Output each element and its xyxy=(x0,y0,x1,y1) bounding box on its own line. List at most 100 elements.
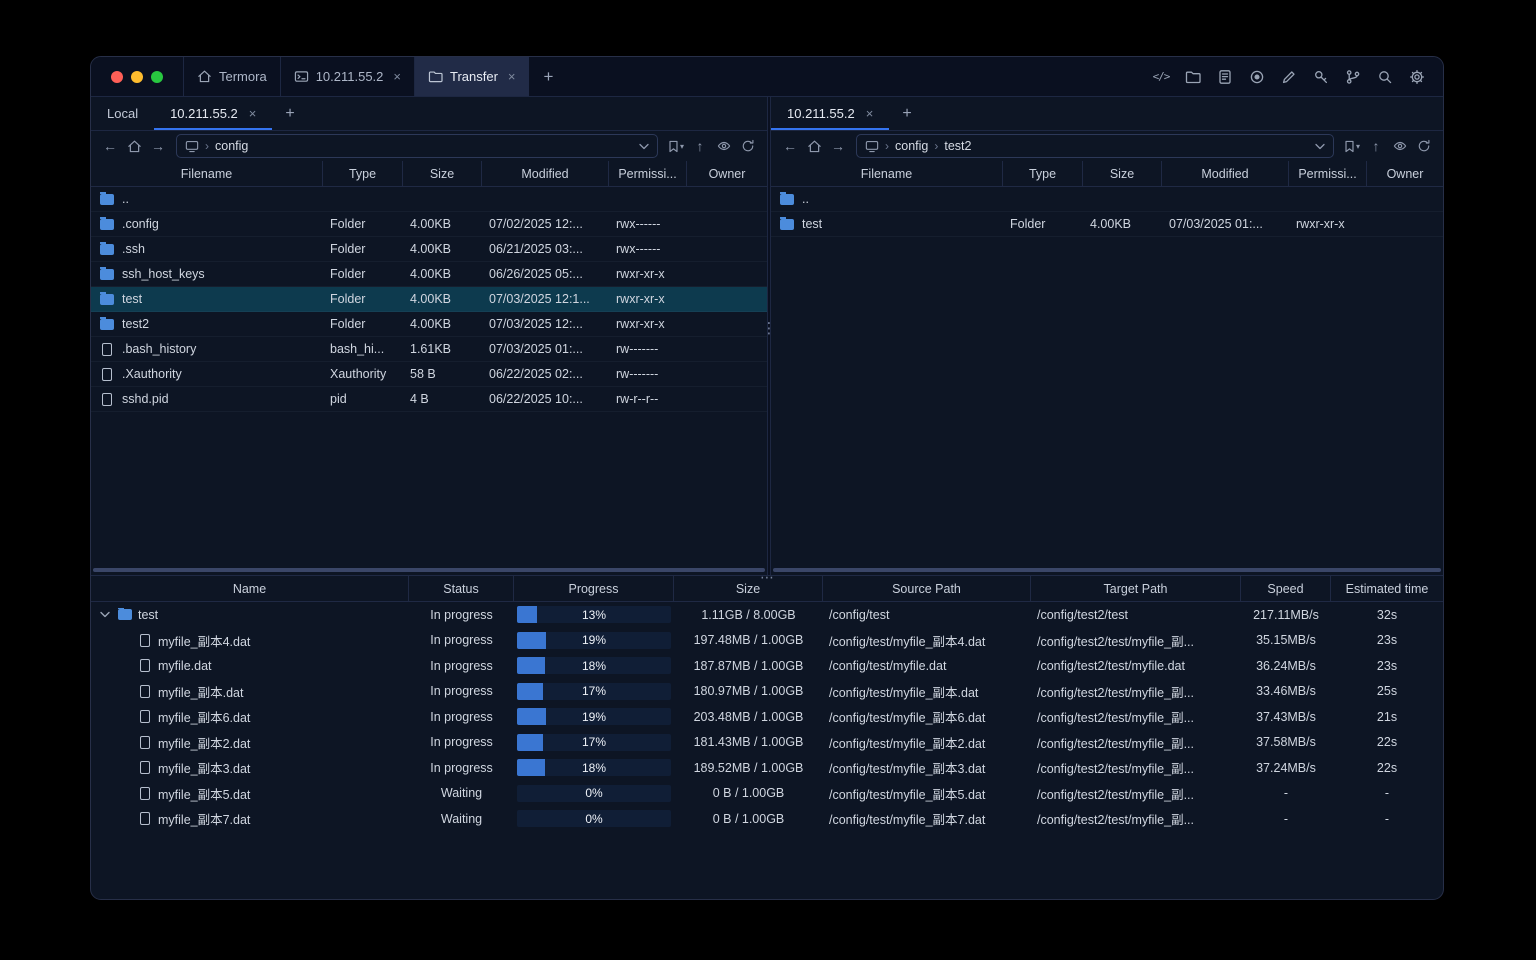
file-row[interactable]: .. xyxy=(771,187,1443,212)
panel-tab-host[interactable]: 10.211.55.2 × xyxy=(154,97,273,130)
chevron-down-icon[interactable] xyxy=(1315,143,1325,150)
scrollbar-thumb[interactable] xyxy=(773,567,1441,572)
column-header-target-path[interactable]: Target Path xyxy=(1031,576,1241,601)
column-header-size[interactable]: Size xyxy=(674,576,823,601)
search-icon[interactable] xyxy=(1373,64,1397,90)
breadcrumb-segment[interactable]: config xyxy=(215,139,248,153)
transfer-row[interactable]: myfile_副本6.dat In progress 19% 203.48MB … xyxy=(91,704,1443,730)
record-icon[interactable] xyxy=(1245,64,1269,90)
panel-splitter[interactable]: ⋮ xyxy=(762,97,777,575)
path-bar[interactable]: › config xyxy=(176,134,658,158)
log-icon[interactable] xyxy=(1213,64,1237,90)
file-row[interactable]: .config Folder 4.00KB 07/02/2025 12:... … xyxy=(91,212,767,237)
column-header-owner[interactable]: Owner xyxy=(1367,161,1443,186)
minimize-window-button[interactable] xyxy=(131,70,143,83)
tab-label: Transfer xyxy=(450,69,498,84)
close-tab-icon[interactable]: × xyxy=(393,70,401,83)
code-icon[interactable]: </> xyxy=(1149,64,1173,90)
chevron-down-icon[interactable] xyxy=(639,143,649,150)
column-header-permissi[interactable]: Permissi... xyxy=(1289,161,1367,186)
column-header-modified[interactable]: Modified xyxy=(482,161,609,186)
transfer-row[interactable]: myfile_副本2.dat In progress 17% 181.43MB … xyxy=(91,730,1443,756)
scrollbar-thumb[interactable] xyxy=(93,567,765,572)
file-row[interactable]: .Xauthority Xauthority 58 B 06/22/2025 0… xyxy=(91,362,767,387)
upload-button[interactable]: ↑ xyxy=(689,135,711,157)
expand-chevron-icon[interactable] xyxy=(98,608,112,622)
file-row[interactable]: test2 Folder 4.00KB 07/03/2025 12:... rw… xyxy=(91,312,767,337)
traffic-lights xyxy=(91,57,183,96)
tab-termora[interactable]: Termora xyxy=(183,57,280,96)
column-header-permissi[interactable]: Permissi... xyxy=(609,161,687,186)
tab-transfer[interactable]: Transfer × xyxy=(414,57,529,96)
file-row[interactable]: .ssh Folder 4.00KB 06/21/2025 03:... rwx… xyxy=(91,237,767,262)
file-row[interactable]: test Folder 4.00KB 07/03/2025 01:... rwx… xyxy=(771,212,1443,237)
column-header-speed[interactable]: Speed xyxy=(1241,576,1331,601)
file-row[interactable]: .bash_history bash_hi... 1.61KB 07/03/20… xyxy=(91,337,767,362)
column-header-status[interactable]: Status xyxy=(409,576,514,601)
transfer-splitter-grip-icon[interactable]: ⋯ xyxy=(760,570,774,584)
path-bar[interactable]: › config › test2 xyxy=(856,134,1334,158)
column-header-type[interactable]: Type xyxy=(1003,161,1083,186)
horizontal-scrollbar[interactable] xyxy=(91,564,767,575)
new-panel-tab-button[interactable]: + xyxy=(889,97,924,130)
close-tab-icon[interactable]: × xyxy=(866,107,874,120)
file-permissions: rwxr-xr-x xyxy=(616,267,665,281)
settings-icon[interactable] xyxy=(1405,64,1429,90)
column-header-type[interactable]: Type xyxy=(323,161,403,186)
show-hidden-button[interactable] xyxy=(1389,135,1411,157)
horizontal-scrollbar[interactable] xyxy=(771,564,1443,575)
transfer-row[interactable]: myfile_副本.dat In progress 17% 180.97MB /… xyxy=(91,679,1443,705)
refresh-button[interactable] xyxy=(737,135,759,157)
file-type: Folder xyxy=(330,317,366,331)
panel-tab-local[interactable]: Local xyxy=(91,97,154,130)
column-header-source-path[interactable]: Source Path xyxy=(823,576,1031,601)
bookmark-button[interactable]: ▾ xyxy=(665,135,687,157)
refresh-button[interactable] xyxy=(1413,135,1435,157)
transfer-row[interactable]: myfile_副本4.dat In progress 19% 197.48MB … xyxy=(91,628,1443,654)
column-header-name[interactable]: Name xyxy=(91,576,409,601)
transfer-row[interactable]: myfile_副本7.dat Waiting 0% 0 B / 1.00GB /… xyxy=(91,806,1443,832)
column-header-filename[interactable]: Filename xyxy=(771,161,1003,186)
back-button[interactable]: ← xyxy=(99,135,121,157)
close-window-button[interactable] xyxy=(111,70,123,83)
show-hidden-button[interactable] xyxy=(713,135,735,157)
tab-host-session[interactable]: 10.211.55.2 × xyxy=(279,57,414,96)
file-row[interactable]: test Folder 4.00KB 07/03/2025 12:1... rw… xyxy=(91,287,767,312)
column-header-modified[interactable]: Modified xyxy=(1162,161,1289,186)
transfer-target: /config/test2/test/myfile_副... xyxy=(1037,813,1195,828)
column-header-filename[interactable]: Filename xyxy=(91,161,323,186)
branch-icon[interactable] xyxy=(1341,64,1365,90)
close-tab-icon[interactable]: × xyxy=(508,70,516,83)
folder-icon[interactable] xyxy=(1181,64,1205,90)
breadcrumb-segment[interactable]: test2 xyxy=(944,139,971,153)
edit-icon[interactable] xyxy=(1277,64,1301,90)
file-row[interactable]: sshd.pid pid 4 B 06/22/2025 10:... rw-r-… xyxy=(91,387,767,412)
bookmark-button[interactable]: ▾ xyxy=(1341,135,1363,157)
forward-button[interactable]: → xyxy=(827,135,849,157)
home-button[interactable] xyxy=(123,135,145,157)
column-header-size[interactable]: Size xyxy=(403,161,482,186)
progress-label: 18% xyxy=(581,658,607,673)
file-row[interactable]: .. xyxy=(91,187,767,212)
new-panel-tab-button[interactable]: + xyxy=(272,97,307,130)
back-button[interactable]: ← xyxy=(779,135,801,157)
column-header-owner[interactable]: Owner xyxy=(687,161,767,186)
key-icon[interactable] xyxy=(1309,64,1333,90)
transfer-row[interactable]: test In progress 13% 1.11GB / 8.00GB /co… xyxy=(91,602,1443,628)
upload-button[interactable]: ↑ xyxy=(1365,135,1387,157)
transfer-row[interactable]: myfile.dat In progress 18% 187.87MB / 1.… xyxy=(91,653,1443,679)
zoom-window-button[interactable] xyxy=(151,70,163,83)
forward-button[interactable]: → xyxy=(147,135,169,157)
transfer-row[interactable]: myfile_副本3.dat In progress 18% 189.52MB … xyxy=(91,755,1443,781)
home-button[interactable] xyxy=(803,135,825,157)
column-header-size[interactable]: Size xyxy=(1083,161,1162,186)
transfer-row[interactable]: myfile_副本5.dat Waiting 0% 0 B / 1.00GB /… xyxy=(91,781,1443,807)
new-tab-button[interactable]: + xyxy=(529,57,569,96)
breadcrumb-segment[interactable]: config xyxy=(895,139,928,153)
progress-label: 17% xyxy=(581,735,607,750)
column-header-estimated-time[interactable]: Estimated time xyxy=(1331,576,1443,601)
close-tab-icon[interactable]: × xyxy=(249,107,257,120)
panel-tab-host[interactable]: 10.211.55.2 × xyxy=(771,97,890,130)
file-row[interactable]: ssh_host_keys Folder 4.00KB 06/26/2025 0… xyxy=(91,262,767,287)
column-header-progress[interactable]: Progress xyxy=(514,576,674,601)
